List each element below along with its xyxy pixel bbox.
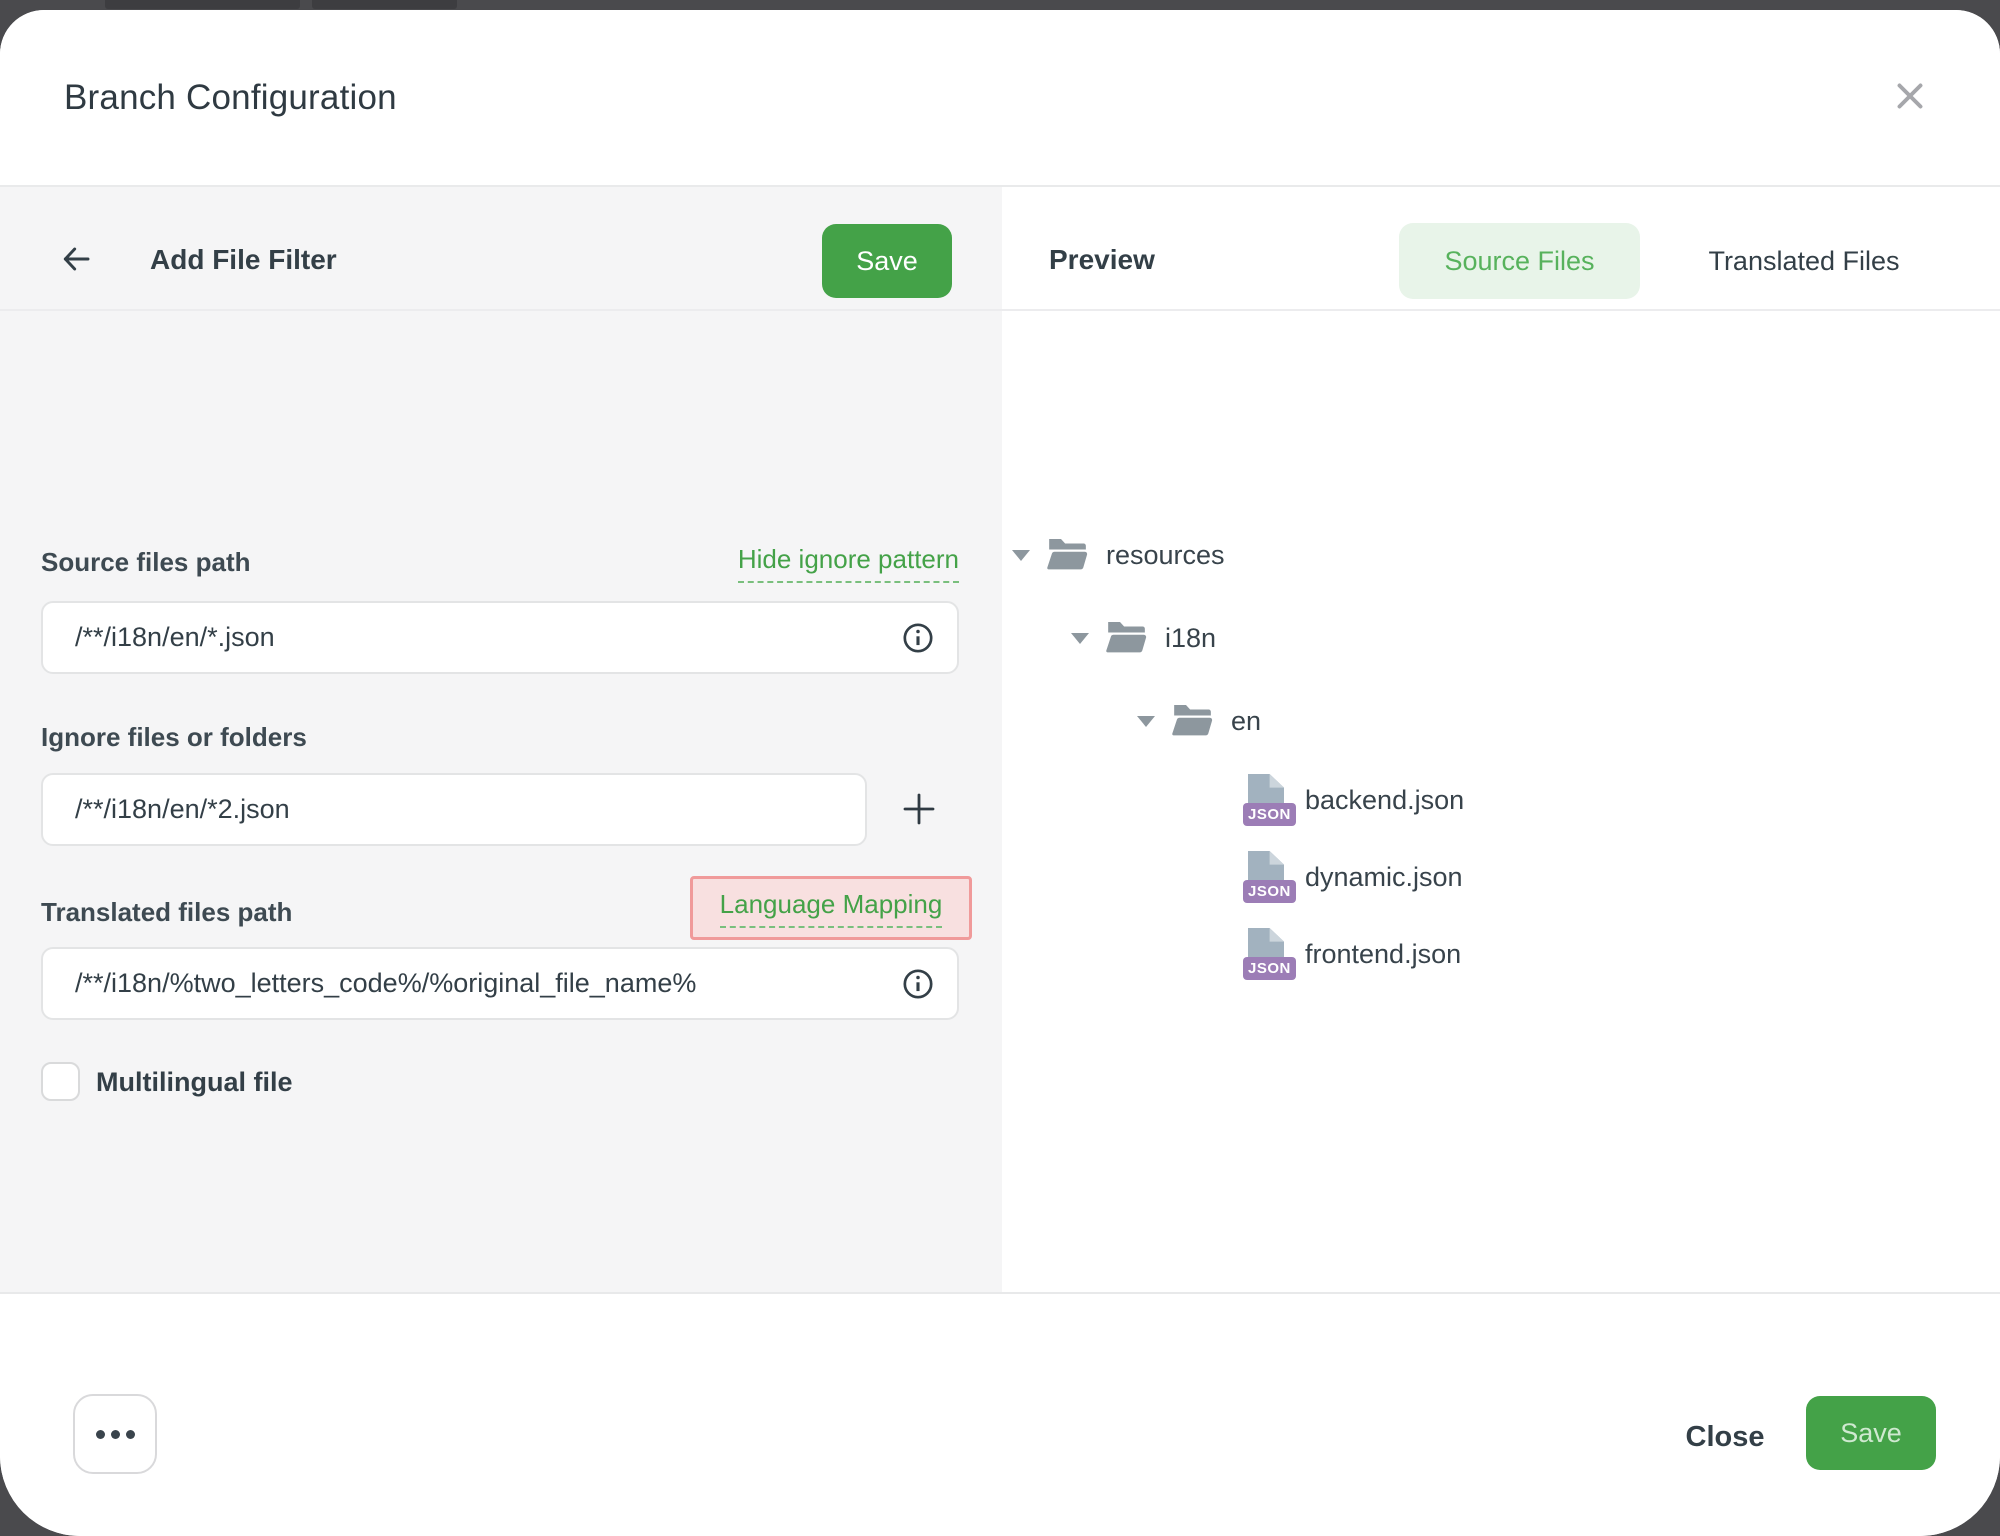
tree-row-file[interactable]: JSON dynamic.json — [1243, 851, 1463, 903]
close-icon[interactable] — [1886, 72, 1934, 120]
json-badge: JSON — [1243, 957, 1296, 980]
save-filter-button[interactable]: Save — [822, 224, 952, 298]
subheader-title: Add File Filter — [150, 244, 337, 276]
folder-open-icon — [1171, 703, 1213, 739]
tree-file-label: frontend.json — [1305, 939, 1461, 970]
ignore-files-label: Ignore files or folders — [41, 722, 307, 753]
page-title: Branch Configuration — [64, 78, 397, 118]
ignore-files-input[interactable] — [41, 773, 867, 846]
tree-row-folder[interactable]: en — [1137, 697, 1261, 745]
plus-icon[interactable] — [896, 787, 942, 833]
language-mapping-highlight: Language Mapping — [690, 876, 972, 940]
branch-configuration-modal: Branch Configuration Add File Filter Sav… — [0, 10, 2000, 1536]
tree-folder-label: i18n — [1165, 623, 1216, 654]
close-button[interactable]: Close — [1655, 1412, 1795, 1462]
modal-footer: Close Save — [0, 1292, 2000, 1536]
info-circle-icon[interactable] — [901, 967, 935, 1001]
multilingual-checkbox[interactable] — [41, 1062, 80, 1101]
tree-row-folder[interactable]: resources — [1012, 531, 1225, 579]
tree-file-label: backend.json — [1305, 785, 1464, 816]
background-window-remnant — [105, 0, 300, 9]
toolbar-divider — [0, 309, 2000, 311]
tab-translated-files[interactable]: Translated Files — [1672, 223, 1936, 299]
background-window-remnant — [312, 0, 457, 9]
info-circle-icon[interactable] — [901, 621, 935, 655]
triangle-down-icon[interactable] — [1012, 550, 1030, 561]
tree-file-label: dynamic.json — [1305, 862, 1463, 893]
tab-source-files[interactable]: Source Files — [1399, 223, 1640, 299]
json-badge: JSON — [1243, 880, 1296, 903]
folder-open-icon — [1105, 620, 1147, 656]
tree-folder-label: en — [1231, 706, 1261, 737]
hide-ignore-pattern-link[interactable]: Hide ignore pattern — [738, 544, 959, 583]
json-file-icon: JSON — [1243, 851, 1291, 903]
translated-files-path-input[interactable] — [41, 947, 959, 1020]
modal-content: Add File Filter Save Preview Source File… — [0, 187, 2000, 1292]
source-files-path-input[interactable] — [41, 601, 959, 674]
back-arrow-icon[interactable] — [58, 239, 102, 279]
multilingual-label: Multilingual file — [96, 1067, 293, 1098]
tree-row-folder[interactable]: i18n — [1071, 614, 1216, 662]
triangle-down-icon[interactable] — [1137, 716, 1155, 727]
triangle-down-icon[interactable] — [1071, 633, 1089, 644]
ellipsis-icon[interactable] — [73, 1394, 157, 1474]
translated-files-path-label: Translated files path — [41, 897, 292, 928]
save-button[interactable]: Save — [1806, 1396, 1936, 1470]
tree-row-file[interactable]: JSON backend.json — [1243, 774, 1464, 826]
folder-open-icon — [1046, 537, 1088, 573]
tree-folder-label: resources — [1106, 540, 1225, 571]
json-file-icon: JSON — [1243, 928, 1291, 980]
preview-title: Preview — [1049, 244, 1155, 276]
json-file-icon: JSON — [1243, 774, 1291, 826]
tree-row-file[interactable]: JSON frontend.json — [1243, 928, 1461, 980]
json-badge: JSON — [1243, 803, 1296, 826]
source-files-path-label: Source files path — [41, 547, 251, 578]
modal-titlebar: Branch Configuration — [0, 10, 2000, 185]
language-mapping-link[interactable]: Language Mapping — [720, 889, 943, 928]
